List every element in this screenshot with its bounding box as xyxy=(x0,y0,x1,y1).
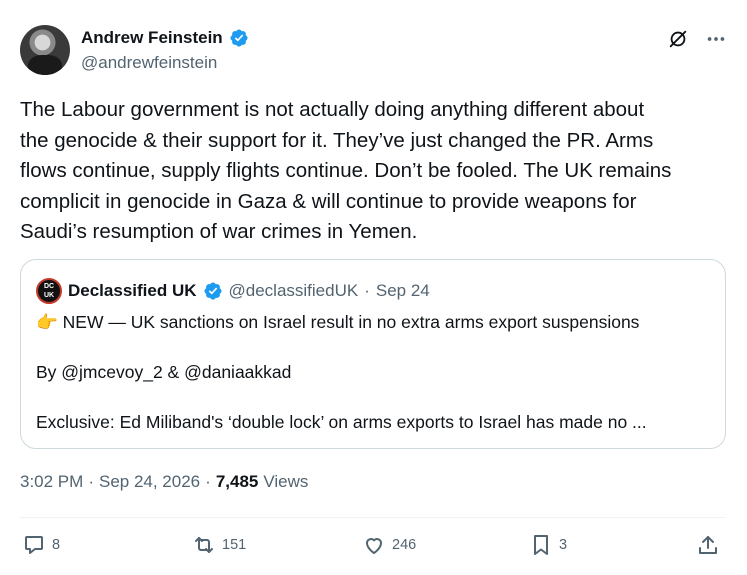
reply-button[interactable]: 8 xyxy=(22,533,60,557)
action-bar: 8 151 246 3 xyxy=(22,533,722,561)
views-count: 7,485 xyxy=(215,472,259,491)
bookmark-icon xyxy=(534,535,548,555)
like-count: 246 xyxy=(392,537,417,553)
tweet-top-actions xyxy=(667,28,727,50)
quoted-tweet-header: DC UK Declassified UK @declassifiedUK · … xyxy=(36,278,430,304)
declassified-uk-avatar[interactable]: DC UK xyxy=(36,278,62,304)
dot-separator: · xyxy=(205,472,211,491)
grok-icon[interactable] xyxy=(667,28,689,50)
tweet-text: The Labour government is not actually do… xyxy=(20,98,672,243)
pointing-hand-emoji-icon: 👉 xyxy=(36,312,58,332)
quoted-line-3: Exclusive: Ed Miliband's ‘double lock’ o… xyxy=(36,412,647,432)
repost-icon xyxy=(195,537,213,553)
share-button[interactable] xyxy=(696,533,720,557)
like-button[interactable]: 246 xyxy=(362,533,416,557)
divider xyxy=(20,517,726,518)
quoted-line-1: 👉 NEW — UK sanctions on Israel result in… xyxy=(36,312,639,333)
reply-icon xyxy=(25,536,43,554)
quoted-author-handle[interactable]: @declassifiedUK xyxy=(229,281,359,301)
quoted-tweet[interactable]: DC UK Declassified UK @declassifiedUK · … xyxy=(20,259,726,449)
quoted-line-1-text: NEW — UK sanctions on Israel result in n… xyxy=(62,312,640,332)
quoted-date[interactable]: Sep 24 xyxy=(376,281,430,301)
views-label: Views xyxy=(263,472,309,491)
tweet-meta: 3:02 PM · Sep 24, 2026 · 7,485 Views xyxy=(20,472,308,492)
verified-badge-icon[interactable] xyxy=(229,28,249,48)
more-icon[interactable] xyxy=(705,28,727,50)
repost-button[interactable]: 151 xyxy=(192,533,246,557)
author-name-row: Andrew Feinstein xyxy=(81,28,249,48)
bookmark-button[interactable]: 3 xyxy=(529,533,567,557)
tweet-time[interactable]: 3:02 PM xyxy=(20,472,83,492)
quoted-line-2: By @jmcevoy_2 & @daniaakkad xyxy=(36,362,292,382)
reply-count: 8 xyxy=(52,537,61,553)
verified-badge-icon xyxy=(203,281,223,301)
share-icon xyxy=(699,536,717,554)
tweet-date[interactable]: Sep 24, 2026 xyxy=(99,472,200,492)
logo-text-top: DC xyxy=(43,283,55,290)
logo-text-bottom: UK xyxy=(43,292,55,299)
author-handle[interactable]: @andrewfeinstein xyxy=(81,53,217,73)
quoted-author-name[interactable]: Declassified UK xyxy=(68,281,197,301)
like-icon xyxy=(366,538,382,554)
dot-separator: · xyxy=(364,281,370,300)
dot-separator: · xyxy=(88,472,94,491)
author-name[interactable]: Andrew Feinstein xyxy=(81,28,223,48)
bookmark-count: 3 xyxy=(559,537,568,553)
repost-count: 151 xyxy=(222,537,247,553)
author-avatar[interactable] xyxy=(20,25,70,75)
